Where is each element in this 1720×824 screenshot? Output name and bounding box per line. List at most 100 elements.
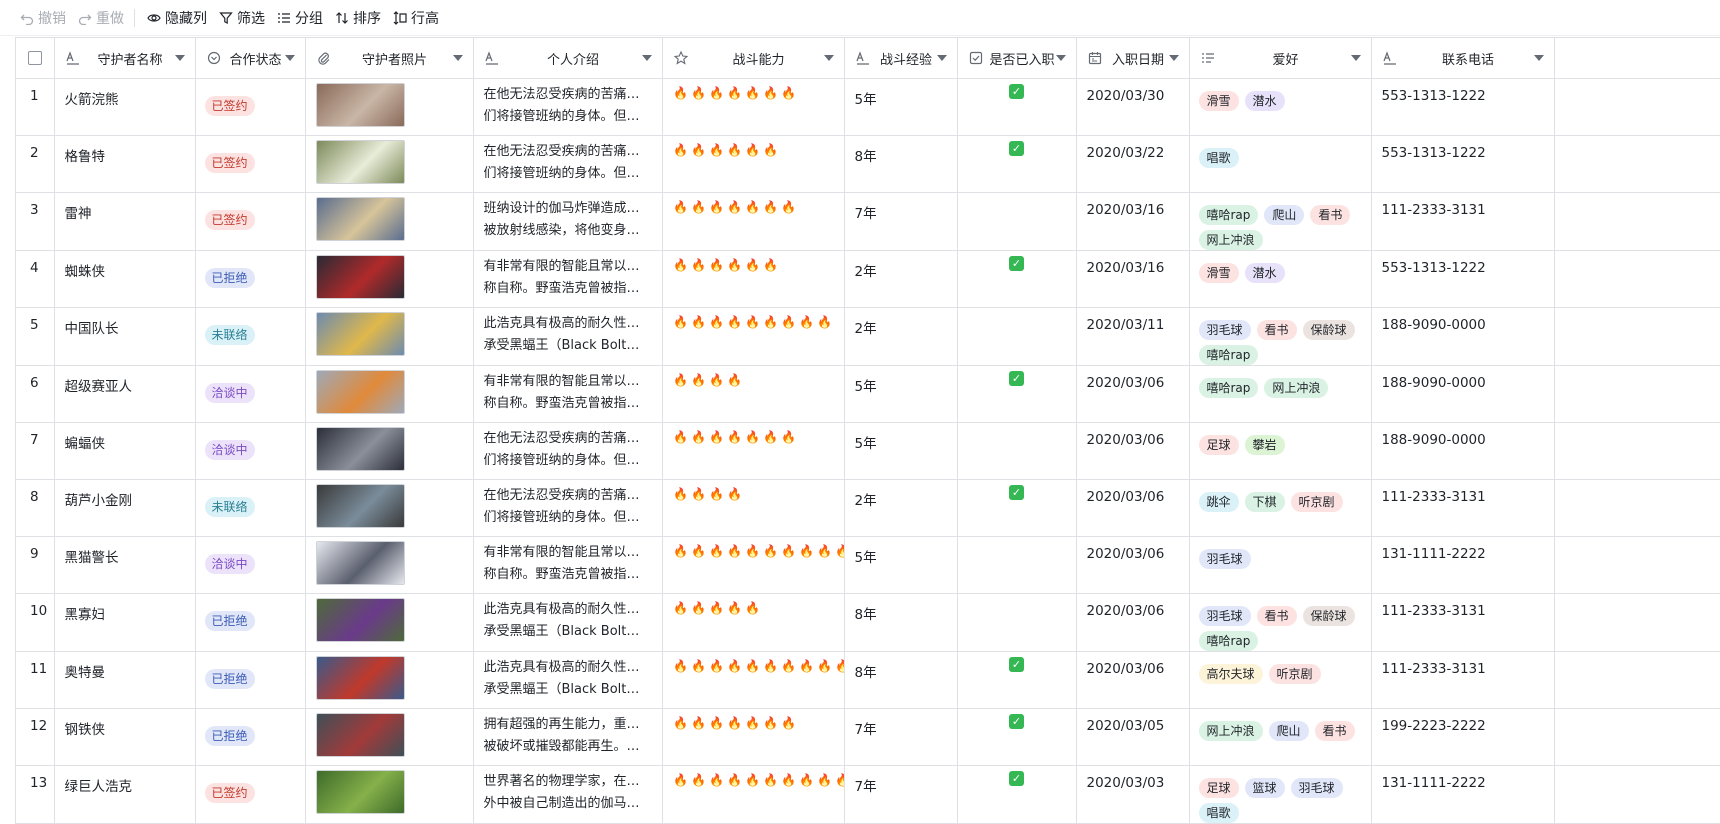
date-cell[interactable]: 2020/03/06: [1076, 651, 1190, 709]
photo-cell[interactable]: [305, 192, 474, 251]
hobbies-cell[interactable]: 足球 攀岩: [1189, 422, 1372, 480]
photo-cell[interactable]: [305, 307, 474, 366]
table-row[interactable]: 5 中国队长 未联络 此浩克具有极高的耐久性，可以 承受黑蝠王（Black Bol…: [16, 307, 1720, 366]
name-cell[interactable]: 中国队长: [54, 307, 196, 366]
photo-cell[interactable]: [305, 135, 474, 193]
photo-cell[interactable]: [305, 651, 474, 709]
dropdown-caret-icon[interactable]: [284, 55, 295, 61]
phone-cell[interactable]: 111-2333-3131: [1371, 593, 1555, 652]
hobbies-cell[interactable]: 网上冲浪 爬山 看书: [1189, 708, 1372, 766]
experience-cell[interactable]: 7年: [844, 765, 958, 824]
intro-cell[interactable]: 此浩克具有极高的耐久性，可以 承受黑蝠王（Black Bolt）的...: [473, 593, 663, 652]
photo-cell[interactable]: [305, 422, 474, 480]
name-cell[interactable]: 火箭浣熊: [54, 78, 196, 136]
status-cell[interactable]: 已拒绝: [195, 708, 306, 766]
onboarded-cell[interactable]: ✓: [957, 479, 1077, 537]
experience-cell[interactable]: 8年: [844, 593, 958, 652]
row-number-cell[interactable]: 5: [16, 307, 55, 366]
date-cell[interactable]: 2020/03/11: [1076, 307, 1190, 366]
sort-button[interactable]: 排序: [329, 4, 387, 32]
status-cell[interactable]: 已签约: [195, 192, 306, 251]
experience-cell[interactable]: 2年: [844, 307, 958, 366]
checkmark-icon[interactable]: ✓: [1009, 256, 1024, 271]
onboarded-cell[interactable]: ✓: [957, 250, 1077, 308]
rating-cell[interactable]: 🔥🔥🔥🔥🔥🔥🔥🔥🔥🔥: [662, 651, 845, 709]
dropdown-caret-icon[interactable]: [936, 55, 947, 61]
redo-button[interactable]: 重做: [72, 4, 130, 32]
status-cell[interactable]: 已签约: [195, 135, 306, 193]
hobbies-cell[interactable]: 足球 篮球 羽毛球 唱歌: [1189, 765, 1372, 824]
name-cell[interactable]: 格鲁特: [54, 135, 196, 193]
intro-cell[interactable]: 此浩克具有极高的耐久性，可以 承受黑蝠王（Black Bolt）的...: [473, 307, 663, 366]
guardian-photo[interactable]: [315, 598, 405, 642]
status-cell[interactable]: 已签约: [195, 78, 306, 136]
dropdown-caret-icon[interactable]: [823, 55, 834, 61]
photo-cell[interactable]: [305, 536, 474, 594]
intro-cell[interactable]: 世界著名的物理学家，在一次意 外中被自己制造出的伽马炸弹...: [473, 765, 663, 824]
intro-cell[interactable]: 拥有超强的再生能力，重要器官 被破坏或摧毁都能再生。他也...: [473, 708, 663, 766]
status-cell[interactable]: 洽谈中: [195, 365, 306, 423]
phone-cell[interactable]: 553-1313-1222: [1371, 250, 1555, 308]
date-cell[interactable]: 2020/03/16: [1076, 192, 1190, 251]
name-cell[interactable]: 奥特曼: [54, 651, 196, 709]
status-cell[interactable]: 洽谈中: [195, 536, 306, 594]
rating-cell[interactable]: 🔥 🔥 🔥 🔥 🔥 🔥 🔥: [662, 192, 845, 251]
row-number-cell[interactable]: 7: [16, 422, 55, 480]
row-height-button[interactable]: 行高: [387, 4, 445, 32]
column-header-onboarded[interactable]: 是否已入职: [957, 38, 1077, 79]
date-cell[interactable]: 2020/03/06: [1076, 593, 1190, 652]
status-cell[interactable]: 已拒绝: [195, 250, 306, 308]
column-header-intro[interactable]: 个人介绍: [473, 38, 663, 79]
onboarded-cell[interactable]: [957, 422, 1077, 480]
guardian-photo[interactable]: [315, 370, 405, 414]
date-cell[interactable]: 2020/03/22: [1076, 135, 1190, 193]
phone-cell[interactable]: 111-2333-3131: [1371, 651, 1555, 709]
experience-cell[interactable]: 7年: [844, 192, 958, 251]
table-row[interactable]: 13 绿巨人浩克 已签约 世界著名的物理学家，在一次意 外中被自己制造出的伽马炸弹…: [16, 765, 1720, 824]
rating-cell[interactable]: 🔥 🔥 🔥 🔥 🔥 🔥: [662, 135, 845, 193]
onboarded-cell[interactable]: ✓: [957, 765, 1077, 824]
select-all-header[interactable]: [16, 38, 55, 79]
onboarded-cell[interactable]: [957, 192, 1077, 251]
row-number-cell[interactable]: 10: [16, 593, 55, 652]
experience-cell[interactable]: 5年: [844, 536, 958, 594]
column-header-date[interactable]: 入职日期: [1076, 38, 1190, 79]
photo-cell[interactable]: [305, 708, 474, 766]
column-header-rating[interactable]: 战斗能力: [662, 38, 845, 79]
intro-cell[interactable]: 在他无法忍受疾病的苦痛时，他 们将接管班纳的身体。但雷克...: [473, 135, 663, 193]
name-cell[interactable]: 钢铁侠: [54, 708, 196, 766]
undo-button[interactable]: 撤销: [14, 4, 72, 32]
table-row[interactable]: 10 黑寡妇 已拒绝 此浩克具有极高的耐久性，可以 承受黑蝠王（Black Bol…: [16, 593, 1720, 652]
row-number-cell[interactable]: 9: [16, 536, 55, 594]
photo-cell[interactable]: [305, 765, 474, 824]
hobbies-cell[interactable]: 滑雪 潜水: [1189, 78, 1372, 136]
experience-cell[interactable]: 8年: [844, 135, 958, 193]
rating-cell[interactable]: 🔥 🔥 🔥 🔥 🔥 🔥: [662, 250, 845, 308]
guardian-photo[interactable]: [315, 484, 405, 528]
rating-cell[interactable]: 🔥 🔥 🔥 🔥: [662, 479, 845, 537]
hobbies-cell[interactable]: 嘻哈rap 网上冲浪: [1189, 365, 1372, 423]
table-row[interactable]: 3 雷神 已签约 班纳设计的伽马炸弹造成了自己 被放射线感染，将他变身成为... …: [16, 192, 1720, 251]
name-cell[interactable]: 蜘蛛侠: [54, 250, 196, 308]
column-header-phone[interactable]: 联系电话: [1371, 38, 1555, 79]
column-header-status[interactable]: 合作状态: [195, 38, 306, 79]
intro-cell[interactable]: 在他无法忍受疾病的苦痛时，他 们将接管班纳的身体。但雷克...: [473, 78, 663, 136]
onboarded-cell[interactable]: ✓: [957, 78, 1077, 136]
guardian-photo[interactable]: [315, 140, 405, 184]
dropdown-caret-icon[interactable]: [1168, 55, 1179, 61]
group-button[interactable]: 分组: [271, 4, 329, 32]
hobbies-cell[interactable]: 羽毛球: [1189, 536, 1372, 594]
rating-cell[interactable]: 🔥 🔥 🔥 🔥 🔥 🔥 🔥: [662, 78, 845, 136]
name-cell[interactable]: 绿巨人浩克: [54, 765, 196, 824]
date-cell[interactable]: 2020/03/16: [1076, 250, 1190, 308]
dropdown-caret-icon[interactable]: [1533, 55, 1544, 61]
intro-cell[interactable]: 班纳设计的伽马炸弹造成了自己 被放射线感染，将他变身成为...: [473, 192, 663, 251]
rating-cell[interactable]: 🔥 🔥 🔥 🔥: [662, 365, 845, 423]
phone-cell[interactable]: 553-1313-1222: [1371, 78, 1555, 136]
checkmark-icon[interactable]: ✓: [1009, 371, 1024, 386]
photo-cell[interactable]: [305, 78, 474, 136]
table-row[interactable]: 11 奥特曼 已拒绝 此浩克具有极高的耐久性，可以 承受黑蝠王（Black Bol…: [16, 651, 1720, 709]
checkmark-icon[interactable]: ✓: [1009, 714, 1024, 729]
photo-cell[interactable]: [305, 593, 474, 652]
hide-columns-button[interactable]: 隐藏列: [141, 4, 213, 32]
